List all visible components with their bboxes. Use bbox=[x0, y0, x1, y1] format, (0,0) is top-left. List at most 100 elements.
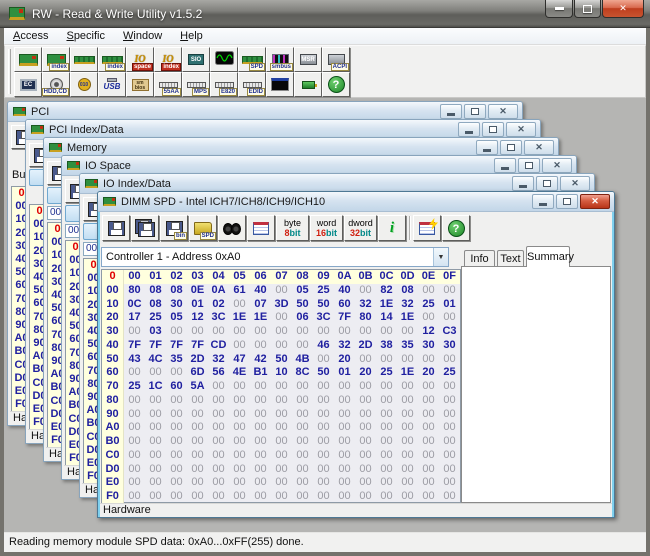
hex-cell[interactable]: 00 bbox=[145, 463, 166, 477]
hex-cell[interactable]: 0C bbox=[124, 298, 145, 312]
toolbar-button-hdd-cd[interactable]: HDD,CD bbox=[42, 72, 70, 97]
tab-text[interactable]: Text bbox=[497, 250, 524, 267]
main-titlebar[interactable]: RW - Read & Write Utility v1.5.2 ✕ bbox=[0, 0, 650, 28]
hex-cell[interactable]: 61 bbox=[229, 284, 250, 298]
hex-cell[interactable]: 42 bbox=[250, 353, 271, 367]
tab-summary[interactable]: Summary bbox=[526, 246, 570, 267]
hex-cell[interactable]: 00 bbox=[355, 449, 376, 463]
hex-cell[interactable]: 00 bbox=[271, 421, 292, 435]
hex-cell[interactable]: 00 bbox=[250, 394, 271, 408]
hex-cell[interactable]: 1E bbox=[229, 311, 250, 325]
hex-cell[interactable]: 00 bbox=[334, 394, 355, 408]
hex-cell[interactable]: 1E bbox=[250, 311, 271, 325]
hex-cell[interactable]: 10 bbox=[271, 366, 292, 380]
menu-access[interactable]: Access bbox=[4, 28, 57, 44]
hex-cell[interactable]: 00 bbox=[250, 408, 271, 422]
toolbar-button-clock[interactable] bbox=[210, 47, 238, 72]
hex-cell[interactable]: 00 bbox=[145, 476, 166, 490]
hex-cell[interactable]: 2D bbox=[355, 339, 376, 353]
hex-cell[interactable]: 00 bbox=[250, 435, 271, 449]
hex-cell[interactable]: 01 bbox=[439, 298, 460, 312]
hex-cell[interactable]: 00 bbox=[250, 449, 271, 463]
hex-cell[interactable]: 00 bbox=[376, 421, 397, 435]
hex-cell[interactable]: 00 bbox=[418, 463, 439, 477]
hex-cell[interactable]: 00 bbox=[271, 435, 292, 449]
window-pci-restore-button[interactable] bbox=[464, 104, 486, 119]
hex-cell[interactable]: 00 bbox=[334, 449, 355, 463]
hex-cell[interactable]: 00 bbox=[271, 394, 292, 408]
hex-cell[interactable]: 00 bbox=[376, 394, 397, 408]
hex-cell[interactable]: 00 bbox=[397, 463, 418, 477]
hex-cell[interactable]: 00 bbox=[355, 463, 376, 477]
hex-cell[interactable]: 00 bbox=[271, 476, 292, 490]
toolbar-button-memory-index[interactable]: index bbox=[98, 47, 126, 72]
hex-cell[interactable]: 47 bbox=[229, 353, 250, 367]
hex-cell[interactable]: 00 bbox=[418, 380, 439, 394]
hex-cell[interactable]: 00 bbox=[166, 421, 187, 435]
dimm-toolbar-info-button[interactable]: i bbox=[378, 215, 406, 241]
hex-cell[interactable]: 7F bbox=[166, 339, 187, 353]
hex-cell[interactable]: 00 bbox=[313, 394, 334, 408]
hex-cell[interactable]: 00 bbox=[208, 490, 229, 504]
hex-cell[interactable]: 00 bbox=[439, 353, 460, 367]
hex-cell[interactable]: 00 bbox=[250, 490, 271, 504]
hex-cell[interactable]: 60 bbox=[334, 298, 355, 312]
hex-cell[interactable]: 00 bbox=[166, 408, 187, 422]
hex-cell[interactable]: 00 bbox=[271, 408, 292, 422]
hex-cell[interactable]: 00 bbox=[439, 394, 460, 408]
hex-cell[interactable]: 00 bbox=[187, 449, 208, 463]
hex-cell[interactable]: 00 bbox=[397, 476, 418, 490]
hex-cell[interactable]: 20 bbox=[355, 366, 376, 380]
hex-cell[interactable]: 00 bbox=[292, 421, 313, 435]
window-io-space-close-button[interactable]: ✕ bbox=[542, 158, 572, 173]
hex-cell[interactable]: 00 bbox=[250, 325, 271, 339]
hex-cell[interactable]: 35 bbox=[397, 339, 418, 353]
hex-cell[interactable]: 25 bbox=[376, 366, 397, 380]
dimm-toolbar-save-all-button[interactable] bbox=[131, 215, 159, 241]
toolbar-button-e820[interactable]: E820 bbox=[210, 72, 238, 97]
hex-cell[interactable]: 00 bbox=[292, 449, 313, 463]
window-io-index-data-restore-button[interactable] bbox=[536, 176, 558, 191]
hex-cell[interactable]: 00 bbox=[208, 325, 229, 339]
hex-cell[interactable]: 00 bbox=[229, 476, 250, 490]
hex-cell[interactable]: 00 bbox=[355, 284, 376, 298]
hex-cell[interactable]: 00 bbox=[418, 353, 439, 367]
hex-cell[interactable]: 00 bbox=[124, 408, 145, 422]
hex-cell[interactable]: 00 bbox=[439, 284, 460, 298]
hex-cell[interactable]: 00 bbox=[355, 394, 376, 408]
hex-cell[interactable]: 00 bbox=[271, 325, 292, 339]
menu-specific[interactable]: Specific bbox=[57, 28, 114, 44]
hex-cell[interactable]: 00 bbox=[292, 435, 313, 449]
hex-cell[interactable]: 80 bbox=[124, 284, 145, 298]
hex-cell[interactable]: 00 bbox=[313, 380, 334, 394]
hex-cell[interactable]: 00 bbox=[166, 394, 187, 408]
hex-cell[interactable]: 00 bbox=[208, 476, 229, 490]
hex-cell[interactable]: 4B bbox=[292, 353, 313, 367]
hex-cell[interactable]: 01 bbox=[187, 298, 208, 312]
hex-cell[interactable]: 00 bbox=[145, 366, 166, 380]
hex-cell[interactable]: 00 bbox=[439, 421, 460, 435]
hex-cell[interactable]: 08 bbox=[397, 284, 418, 298]
hex-cell[interactable]: 00 bbox=[355, 476, 376, 490]
window-io-space-restore-button[interactable] bbox=[518, 158, 540, 173]
toolbar-button-console[interactable] bbox=[266, 72, 294, 97]
hex-cell[interactable]: 00 bbox=[124, 463, 145, 477]
window-memory-minimize-button[interactable] bbox=[476, 140, 498, 155]
hex-cell[interactable]: 00 bbox=[292, 408, 313, 422]
hex-cell[interactable]: 00 bbox=[313, 463, 334, 477]
toolbar-button-help[interactable]: ? bbox=[322, 72, 350, 97]
main-maximize-button[interactable] bbox=[574, 0, 601, 18]
hex-cell[interactable]: 00 bbox=[418, 476, 439, 490]
hex-cell[interactable]: 50 bbox=[313, 298, 334, 312]
hex-cell[interactable]: 00 bbox=[397, 353, 418, 367]
dimm-toolbar-byte-mode-button[interactable]: byte8bit bbox=[276, 215, 309, 241]
hex-cell[interactable]: 00 bbox=[418, 311, 439, 325]
hex-cell[interactable]: 00 bbox=[439, 476, 460, 490]
toolbar-button-edid[interactable]: EDID bbox=[238, 72, 266, 97]
hex-cell[interactable]: 7F bbox=[187, 339, 208, 353]
hex-cell[interactable]: 00 bbox=[229, 449, 250, 463]
dimm-toolbar-refresh-button[interactable] bbox=[413, 215, 441, 241]
hex-cell[interactable]: 00 bbox=[439, 380, 460, 394]
hex-cell[interactable]: 00 bbox=[145, 408, 166, 422]
hex-cell[interactable]: 08 bbox=[166, 284, 187, 298]
